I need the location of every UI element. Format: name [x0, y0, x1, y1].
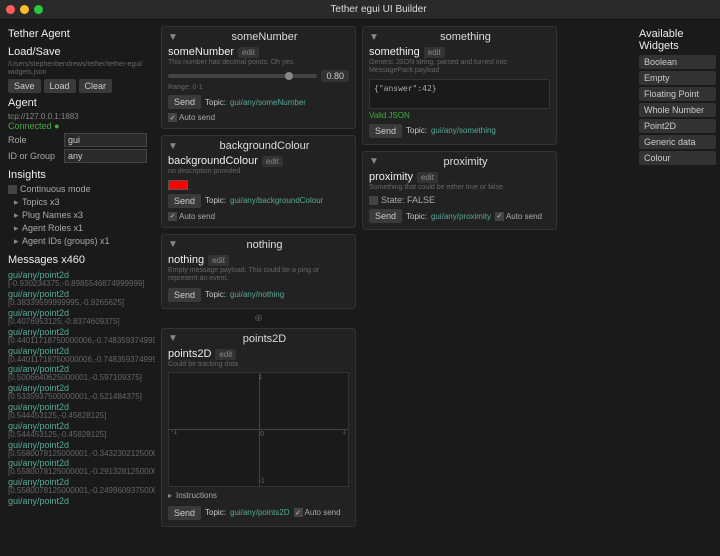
tether-agent-header: Tether Agent: [8, 28, 147, 40]
autosend-checkbox[interactable]: ✓Auto send: [168, 212, 215, 221]
clear-button[interactable]: Clear: [79, 79, 113, 93]
widget-item[interactable]: Generic data: [639, 135, 716, 149]
message-value: [0.5006640625000001,-0.597109375]: [8, 374, 147, 383]
plugs-tree[interactable]: ▸Plug Names x3: [8, 209, 147, 222]
panel-proximity: ▼proximity proximityedit Something that …: [362, 151, 557, 230]
colour-swatch[interactable]: [168, 180, 188, 190]
collapse-icon[interactable]: ▼: [168, 32, 176, 43]
collapse-icon[interactable]: ▼: [369, 32, 377, 43]
widget-item[interactable]: Empty: [639, 71, 716, 85]
topic-text: gui/any/someNumber: [230, 98, 306, 107]
drag-handle-icon[interactable]: ⊕: [161, 313, 356, 324]
id-label: ID or Group: [8, 151, 60, 161]
right-sidebar: Available Widgets Boolean Empty Floating P…: [635, 20, 720, 556]
tcp-address: tcp://127.0.0.1:1883: [8, 112, 147, 121]
number-value[interactable]: 0.80: [321, 70, 349, 82]
autosend-checkbox[interactable]: ✓Auto send: [495, 212, 542, 221]
titlebar: Tether egui UI Builder: [0, 0, 720, 20]
collapse-icon[interactable]: ▼: [168, 333, 176, 344]
messages-list: gui/any/point2d [-0.930234375,-0.89855468…: [8, 270, 147, 506]
state-checkbox[interactable]: State: FALSE: [369, 195, 550, 205]
file-path: /Users/stephenbendrews/tether/tether-egu…: [8, 61, 147, 76]
edit-button[interactable]: edit: [262, 156, 283, 167]
message-value: [0.5335937500000001,-0.521484375]: [8, 393, 147, 402]
close-icon[interactable]: [6, 5, 15, 14]
insights-header: Insights: [8, 169, 147, 181]
panel-somenumber: ▼someNumber someNumberedit This number h…: [161, 26, 356, 129]
widget-desc: This number has decimal points. Oh yes.: [168, 59, 349, 67]
edit-button[interactable]: edit: [424, 47, 445, 58]
message-value: [0.44011718750000006,-0.7483593749999999…: [8, 356, 147, 365]
message-topic: gui/any/point2d: [8, 496, 147, 506]
agent-header: Agent: [8, 97, 147, 109]
message-value: [0.44011718750000006,-0.7483593749999999…: [8, 337, 147, 346]
message-value: [0.5580078125000001,-0.29132812500000004…: [8, 468, 147, 477]
messages-header: Messages x460: [8, 254, 147, 266]
roles-tree[interactable]: ▸Agent Roles x1: [8, 222, 147, 235]
message-value: [0.544453125,-0.45828125]: [8, 412, 147, 421]
widget-item[interactable]: Colour: [639, 151, 716, 165]
message-value: [0.5580078125000001,-0.24996093750000004…: [8, 487, 147, 496]
collapse-icon[interactable]: ▼: [168, 239, 176, 250]
traffic-lights: [6, 5, 43, 14]
send-button[interactable]: Send: [369, 209, 402, 223]
send-button[interactable]: Send: [168, 194, 201, 208]
ids-tree[interactable]: ▸Agent IDs (groups) x1: [8, 235, 147, 248]
send-button[interactable]: Send: [168, 506, 201, 520]
instructions-toggle[interactable]: ▸Instructions: [168, 489, 349, 502]
autosend-checkbox[interactable]: ✓Auto send: [294, 508, 341, 517]
widget-item[interactable]: Boolean: [639, 55, 716, 69]
center-area: ▼someNumber someNumberedit This number h…: [155, 20, 635, 556]
widget-item[interactable]: Point2D: [639, 119, 716, 133]
edit-button[interactable]: edit: [238, 47, 259, 58]
send-button[interactable]: Send: [168, 288, 201, 302]
panel-nothing: ▼nothing nothingedit Empty message paylo…: [161, 234, 356, 309]
maximize-icon[interactable]: [34, 5, 43, 14]
connection-status: Connected ●: [8, 121, 147, 131]
collapse-icon[interactable]: ▼: [168, 141, 176, 152]
json-status: Valid JSON: [369, 111, 550, 120]
collapse-icon[interactable]: ▼: [369, 156, 377, 167]
message-value: [0.5580078125000001,-0.34323021250000001…: [8, 450, 147, 459]
left-sidebar: Tether Agent Load/Save /Users/stephenben…: [0, 20, 155, 556]
range-label: Range: 0-1: [168, 84, 349, 91]
message-value: [-0.930234375,-0.8985546874999999]: [8, 280, 147, 289]
edit-button[interactable]: edit: [215, 349, 236, 360]
widget-name: someNumber: [168, 46, 234, 58]
message-value: [0.544453125,-0.45828125]: [8, 431, 147, 440]
number-slider[interactable]: [168, 74, 317, 78]
point2d-plot[interactable]: -1 1 1 -1 0: [168, 372, 349, 487]
role-input[interactable]: [64, 133, 147, 147]
send-button[interactable]: Send: [369, 124, 402, 138]
minimize-icon[interactable]: [20, 5, 29, 14]
panel-backgroundcolour: ▼backgroundColour backgroundColouredit n…: [161, 135, 356, 227]
edit-button[interactable]: edit: [417, 172, 438, 183]
role-label: Role: [8, 135, 60, 145]
id-input[interactable]: [64, 149, 147, 163]
panel-something: ▼something somethingedit Generic JSON st…: [362, 26, 557, 145]
save-button[interactable]: Save: [8, 79, 41, 93]
edit-button[interactable]: edit: [208, 255, 229, 266]
widget-item[interactable]: Whole Number: [639, 103, 716, 117]
load-button[interactable]: Load: [44, 79, 76, 93]
send-button[interactable]: Send: [168, 95, 201, 109]
topics-tree[interactable]: ▸Topics x3: [8, 196, 147, 209]
loadsave-header: Load/Save: [8, 46, 147, 58]
window-title: Tether egui UI Builder: [43, 4, 714, 15]
widget-item[interactable]: Floating Point: [639, 87, 716, 101]
panel-points2d: ▼points2D points2Dedit Could be tracking…: [161, 328, 356, 527]
continuous-mode-checkbox[interactable]: Continuous mode: [8, 184, 147, 194]
json-input[interactable]: {"answer":42}: [369, 79, 550, 109]
autosend-checkbox[interactable]: ✓Auto send: [168, 113, 215, 122]
message-value: [0.4076953125,-0.8374609375]: [8, 318, 147, 327]
widgets-header: Available Widgets: [639, 28, 716, 52]
message-value: [0.38339599999995,-0.9265625]: [8, 299, 147, 308]
